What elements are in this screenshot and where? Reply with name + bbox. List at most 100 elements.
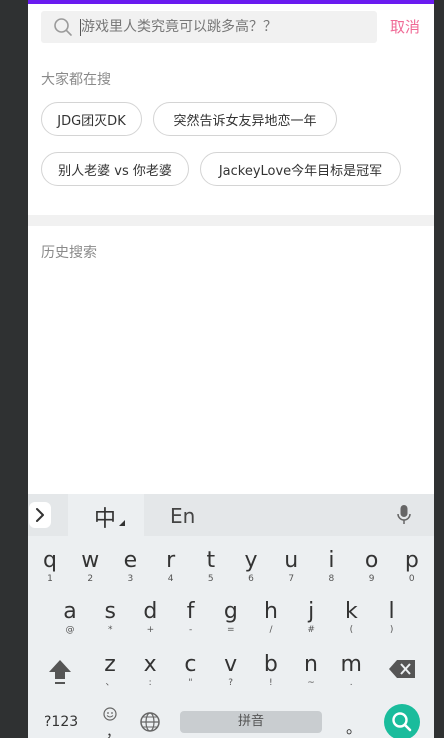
- key-letter: e: [123, 548, 138, 573]
- key-letter: n: [304, 652, 318, 677]
- key[interactable]: s *: [90, 595, 130, 645]
- hot-search-chip[interactable]: 别人老婆 vs 你老婆: [41, 152, 189, 186]
- key-secondary: ?: [228, 678, 233, 688]
- key[interactable]: z、: [90, 648, 130, 698]
- mode-corner-indicator: [119, 520, 125, 526]
- cancel-button[interactable]: 取消: [390, 16, 420, 37]
- key[interactable]: n ~: [291, 648, 331, 698]
- key-letter: m: [340, 652, 362, 677]
- key[interactable]: g =: [211, 595, 251, 645]
- hot-search-chip[interactable]: JDG团灭DK: [41, 102, 142, 136]
- key-letter: q: [43, 548, 57, 573]
- key[interactable]: b!: [251, 648, 291, 698]
- key-letter: u: [284, 548, 299, 573]
- key-secondary: -: [188, 625, 193, 635]
- key-secondary: 9: [368, 574, 375, 584]
- key[interactable]: j #: [291, 595, 331, 645]
- key-secondary: =: [227, 625, 235, 635]
- key-letter: f: [186, 599, 195, 624]
- key-letter: j: [308, 599, 315, 624]
- key[interactable]: k(: [331, 595, 371, 645]
- space-key[interactable]: 拼音: [180, 711, 322, 733]
- section-divider: [28, 215, 434, 226]
- right-bezel: [434, 0, 444, 738]
- key-secondary: 0: [408, 574, 415, 584]
- key[interactable]: f-: [171, 595, 211, 645]
- key[interactable]: o9: [352, 544, 392, 594]
- key[interactable]: i8: [311, 544, 351, 594]
- key-secondary: 4: [167, 574, 174, 584]
- search-icon: [54, 18, 72, 36]
- key-letter: z: [104, 652, 116, 677]
- key[interactable]: t5: [191, 544, 231, 594]
- key-secondary: ): [389, 625, 394, 635]
- key[interactable]: y6: [231, 544, 271, 594]
- search-action-key[interactable]: [384, 704, 420, 738]
- search-page: 取消 大家都在搜 JDG团灭DK 突然告诉女友异地恋一年 别人老婆 vs 你老婆…: [28, 0, 434, 494]
- key-letter: g: [223, 599, 238, 624]
- key-secondary: 、: [105, 678, 115, 688]
- key[interactable]: a @: [50, 595, 90, 645]
- key-letter: w: [81, 548, 100, 573]
- shift-icon[interactable]: [46, 657, 74, 687]
- chinese-mode-toggle[interactable]: 中: [68, 494, 144, 536]
- key[interactable]: r4: [151, 544, 191, 594]
- key-secondary: 8: [328, 574, 335, 584]
- key-secondary: (: [349, 625, 354, 635]
- emoji-icon[interactable]: [102, 706, 118, 722]
- key-letter: b: [263, 652, 278, 677]
- key-secondary: ": [188, 678, 193, 688]
- left-bezel: [0, 0, 28, 738]
- search-icon: [392, 712, 412, 732]
- key[interactable]: w2: [70, 544, 110, 594]
- backspace-icon[interactable]: [388, 658, 418, 680]
- key-letter: v: [224, 652, 238, 677]
- key[interactable]: v?: [211, 648, 251, 698]
- microphone-icon[interactable]: [396, 504, 412, 526]
- search-input[interactable]: [81, 11, 371, 43]
- key-secondary: !: [268, 678, 273, 688]
- key-secondary: 5: [207, 574, 214, 584]
- key[interactable]: u7: [271, 544, 311, 594]
- key[interactable]: x:: [130, 648, 170, 698]
- hot-search-chip[interactable]: JackeyLove今年目标是冠军: [200, 152, 401, 186]
- key-secondary: +: [146, 625, 155, 635]
- expand-toolbar-button[interactable]: [29, 502, 51, 528]
- english-mode-toggle[interactable]: En: [170, 504, 195, 528]
- comma-key[interactable]: ，: [106, 722, 120, 738]
- key-letter: c: [184, 652, 197, 677]
- key-letter: h: [264, 599, 278, 624]
- key-secondary: .: [349, 678, 353, 688]
- key-secondary: 3: [127, 574, 134, 584]
- key-letter: y: [244, 548, 258, 573]
- key-secondary: #: [307, 625, 315, 635]
- hot-searches-title: 大家都在搜: [41, 72, 111, 88]
- key-letter: x: [143, 652, 157, 677]
- key[interactable]: c ": [170, 648, 210, 698]
- key[interactable]: m.: [331, 648, 371, 698]
- key-secondary: ~: [307, 678, 315, 688]
- key-secondary: 6: [248, 574, 254, 584]
- chinese-mode-label: 中: [94, 507, 117, 532]
- key-letter: t: [206, 548, 216, 573]
- chevron-right-icon: [36, 508, 44, 522]
- symbols-key[interactable]: ?123: [44, 714, 78, 730]
- key[interactable]: l): [372, 595, 412, 645]
- history-title: 历史搜索: [41, 245, 97, 261]
- hot-search-chip[interactable]: 突然告诉女友异地恋一年: [153, 102, 337, 136]
- key-letter: a: [63, 599, 77, 624]
- key-letter: r: [166, 548, 176, 573]
- key[interactable]: e3: [110, 544, 150, 594]
- key-letter: s: [104, 599, 116, 624]
- key-letter: o: [364, 548, 379, 573]
- key-letter: p: [404, 548, 419, 573]
- globe-icon[interactable]: [139, 711, 161, 733]
- period-key[interactable]: 。: [346, 714, 362, 738]
- search-box[interactable]: [41, 11, 377, 43]
- key-secondary: *: [107, 625, 113, 635]
- soft-keyboard: 中 En q 1 w 2 e 3 r 4 t 5 y 6 u 7 i 8 o 9 p 0 a @ s * d + f - g = h / j # k…: [28, 494, 434, 738]
- key[interactable]: h /: [251, 595, 291, 645]
- key[interactable]: q1: [30, 544, 70, 594]
- key[interactable]: p0: [392, 544, 432, 594]
- key[interactable]: d +: [130, 595, 170, 645]
